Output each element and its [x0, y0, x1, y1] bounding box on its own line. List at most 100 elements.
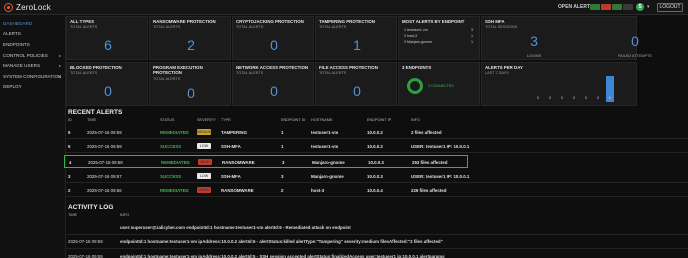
sidebar-item-label: ALERTS	[3, 31, 21, 36]
card-ssh-mfa[interactable]: SSH MFA TOTAL SESSIONS 3 LOGINS 0 FAILED…	[481, 16, 652, 60]
col-header-info: INFO	[120, 213, 130, 217]
sidebar-item-dashboard[interactable]: DASHBOARD	[3, 19, 63, 28]
endpoint-rank-count: 1	[471, 34, 473, 38]
alert-info: USER: testuser1 IP: 10.0.0.1	[411, 144, 470, 149]
alert-endpoint-id: 3	[282, 160, 285, 165]
col-header-status[interactable]: STATUS	[160, 118, 174, 122]
alert-row[interactable]: 2 2025-07-16 09:56 REMEDIATED RANSOMWARE 2 ho…	[66, 184, 688, 197]
sidebar-item-manage-users[interactable]: MANAGE USERS ▸	[3, 61, 63, 70]
col-header-endpoint-id[interactable]: ENDPOINT ID	[281, 118, 305, 122]
chart-data-label: 6	[609, 96, 611, 100]
open-alerts-pill-1[interactable]	[590, 4, 600, 10]
alert-type: SSH-MFA	[221, 174, 241, 179]
alert-type: SSH-MFA	[221, 144, 241, 149]
col-header-endpoint-ip[interactable]: ENDPOINT IP	[367, 118, 391, 122]
activity-log-title: ACTIVITY LOG	[68, 204, 114, 211]
card-ransomware-protection[interactable]: RANSOMWARE PROTECTION TOTAL ALERTS 2	[149, 16, 231, 60]
alerts-per-day-chart: 0 0 0 0 0 0 6	[482, 63, 638, 107]
alert-id: 4	[69, 160, 72, 165]
chart-data-label: 0	[549, 96, 551, 100]
card-title: RANSOMWARE PROTECTION	[153, 19, 216, 24]
alert-row[interactable]: 5 2025-07-16 09:59 SUCCESS SSH-MFA 1 testuser…	[66, 140, 688, 153]
severity-badge: HIGH	[197, 187, 211, 193]
card-tampering-protection[interactable]: TAMPERING PROTECTION TOTAL ALERTS 1	[315, 16, 397, 60]
ssh-logins-label: LOGINS	[526, 54, 542, 58]
sidebar-item-deploy[interactable]: DEPLOY	[3, 82, 63, 91]
alert-id: 5	[68, 144, 71, 149]
alert-type: TAMPERING	[221, 130, 248, 135]
ssh-logins-value: 3	[530, 33, 538, 49]
alert-type: RANSOMWARE	[221, 188, 254, 193]
user-avatar[interactable]: S	[636, 3, 644, 11]
card-value: 6	[104, 37, 112, 53]
chart-data-label: 0	[597, 96, 599, 100]
log-row[interactable]: 2025-07-16 09:59 endpointId:1 hostname:te…	[66, 235, 688, 249]
card-program-execution-protection[interactable]: PROGRAM EXECUTION PROTECTION TOTAL ALERT…	[149, 62, 231, 106]
card-blocked-protection[interactable]: BLOCKED PROTECTION TOTAL ALERTS 0	[66, 62, 148, 106]
sidebar-item-alerts[interactable]: ALERTS	[3, 29, 63, 38]
sidebar-item-control-policies[interactable]: CONTROL POLICIES ▸	[3, 51, 63, 60]
sidebar-item-system-configuration[interactable]: SYSTEM CONFIGURATION ▸	[3, 72, 63, 81]
card-all-types[interactable]: ALL TYPES TOTAL ALERTS 6	[66, 16, 148, 60]
sidebar-item-label: DEPLOY	[3, 84, 22, 89]
ssh-failed-value: 0	[631, 33, 639, 49]
logout-button[interactable]: LOGOUT	[657, 3, 683, 12]
col-header-info[interactable]: INFO	[411, 118, 420, 122]
app-logo[interactable]: ZeroLock	[4, 2, 51, 13]
col-header-time[interactable]: TIME	[87, 118, 96, 122]
card-most-alerts-by-endpoint[interactable]: MOST ALERTS BY ENDPOINT 1 testuser1-vm 3…	[398, 16, 480, 60]
chevron-right-icon: ▸	[58, 63, 61, 68]
card-network-access-protection[interactable]: NETWORK ACCESS PROTECTION TOTAL ALERTS 0	[232, 62, 314, 106]
log-time: 2025-07-16 09:59	[68, 254, 103, 258]
alert-status: SUCCESS	[160, 174, 182, 179]
alert-endpoint-id: 3	[281, 174, 284, 179]
endpoint-rank-count: 1	[471, 40, 473, 44]
log-row[interactable]: user:superuser@zalicyber.com endpointId:…	[66, 221, 688, 235]
alert-time: 2025-07-16 09:59	[87, 144, 122, 149]
alert-hostname: testuser1-vm	[311, 130, 339, 135]
log-time: 2025-07-16 09:59	[68, 239, 103, 244]
severity-badge: HIGH	[198, 159, 212, 165]
alert-hostname: host-3	[311, 188, 325, 193]
card-cryptojacking-protection[interactable]: CRYPTOJACKING PROTECTION TOTAL ALERTS 0	[232, 16, 314, 60]
col-header-type[interactable]: TYPE	[221, 118, 231, 122]
severity-badge: LOW	[197, 143, 211, 149]
open-alerts-label: OPEN ALERTS	[558, 4, 594, 10]
card-alerts-per-day[interactable]: ALERTS PER DAY LAST 7 DAYS 0000006	[481, 62, 637, 106]
open-alerts-pill-2[interactable]	[601, 4, 611, 10]
card-file-access-protection[interactable]: FILE ACCESS PROTECTION TOTAL ALERTS 0	[315, 62, 397, 106]
alert-time: 2025-07-16 09:56	[87, 188, 122, 193]
alert-time: 2025-07-16 09:57	[87, 174, 122, 179]
col-header-hostname[interactable]: HOSTNAME	[311, 118, 333, 122]
chevron-down-icon[interactable]: ▾	[647, 4, 650, 10]
card-subtitle: TOTAL ALERTS	[70, 25, 98, 29]
alert-hostname: testuser1-vm	[311, 144, 339, 149]
alert-type: RANSOMWARE	[222, 160, 255, 165]
alert-row[interactable]: 4 2025-07-16 09:58 REMEDIATED RANSOMWARE 3 Ma…	[64, 155, 468, 168]
card-value: 0	[104, 83, 112, 99]
sidebar-item-label: SYSTEM CONFIGURATION	[3, 74, 62, 79]
alert-status: REMEDIATED	[161, 160, 190, 165]
col-header-severity[interactable]: SEVERITY	[197, 118, 216, 122]
card-title: 3 ENDPOINTS	[402, 65, 432, 70]
alert-row[interactable]: 3 2025-07-16 09:57 SUCCESS SSH-MFA 3 Manjaro-…	[66, 170, 688, 183]
sidebar-item-endpoints[interactable]: ENDPOINTS	[3, 40, 63, 49]
sidebar: DASHBOARD ALERTS ENDPOINTS CONTROL POLIC…	[0, 16, 66, 258]
alert-info: 2 files affected	[411, 130, 442, 135]
open-alerts-pill-3[interactable]	[612, 4, 622, 10]
alert-time: 2025-07-16 09:58	[88, 160, 123, 165]
alert-status: REMEDIATED	[160, 188, 189, 193]
alert-endpoint-ip: 10.0.0.2	[367, 144, 383, 149]
card-subtitle: TOTAL ALERTS	[319, 71, 347, 75]
card-subtitle: TOTAL SESSIONS	[485, 25, 518, 29]
alert-hostname: Manjaro-gnome	[312, 160, 345, 165]
alert-time: 2025-07-16 09:59	[87, 130, 122, 135]
log-row[interactable]: 2025-07-16 09:59 endpointId:1 hostname:te…	[66, 250, 688, 258]
alert-endpoint-ip: 10.0.0.4	[367, 188, 383, 193]
open-alerts-pill-4[interactable]	[623, 4, 633, 10]
alert-row[interactable]: 6 2025-07-16 09:59 REMEDIATED TAMPERING 1 tes…	[66, 126, 688, 139]
top-bar: ZeroLock OPEN ALERTS S ▾ LOGOUT	[0, 0, 688, 15]
alert-id: 2	[68, 188, 71, 193]
col-header-id[interactable]: ID	[68, 118, 72, 122]
card-endpoints[interactable]: 3 ENDPOINTS 3 CONNECTED	[398, 62, 480, 106]
